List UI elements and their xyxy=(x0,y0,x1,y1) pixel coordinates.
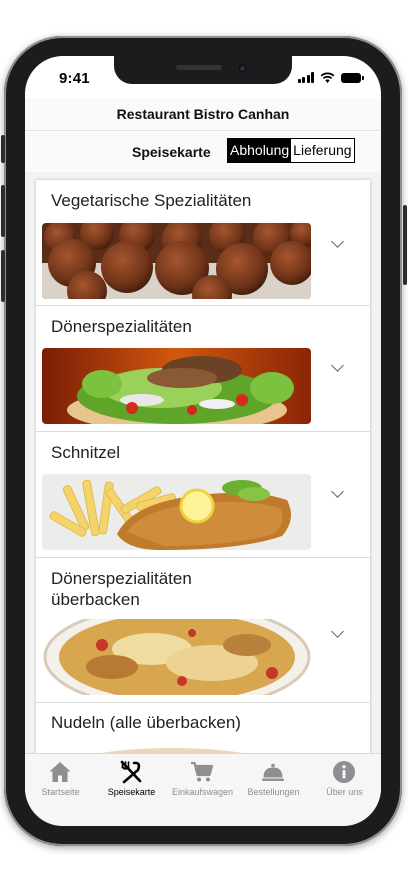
falafel-photo xyxy=(42,223,311,299)
category-title: Schnitzel xyxy=(51,443,120,462)
cart-icon xyxy=(191,761,214,782)
category-item-schnitzel[interactable]: Schnitzel xyxy=(36,431,370,558)
tab-ueber-uns[interactable]: Über uns xyxy=(309,754,380,826)
category-item-baked-doner[interactable]: Dönerspezialitäten überbacken xyxy=(36,557,370,703)
tab-label: Startseite xyxy=(41,787,80,797)
segment-abholung[interactable]: Abholung xyxy=(228,139,292,162)
utensils-icon xyxy=(120,760,142,784)
segment-lieferung[interactable]: Lieferung xyxy=(291,139,354,162)
category-title: Nudeln (alle überbacken) xyxy=(51,713,241,732)
category-title: Vegetarische Spezialitäten xyxy=(51,191,252,210)
front-camera xyxy=(238,64,247,73)
status-time: 9:41 xyxy=(59,70,90,87)
home-icon xyxy=(49,762,71,782)
tab-bestellungen[interactable]: Bestellungen xyxy=(238,754,309,826)
speaker-grille xyxy=(176,65,222,70)
tab-label: Speisekarte xyxy=(107,787,156,797)
tab-label: Bestellungen xyxy=(247,787,300,797)
pasta-photo xyxy=(42,746,311,753)
tab-label: Über uns xyxy=(326,787,363,797)
side-button-mute xyxy=(1,135,5,163)
wifi-icon xyxy=(320,72,335,83)
side-button-power xyxy=(403,205,407,285)
chevron-down-icon xyxy=(331,625,344,638)
chevron-down-icon xyxy=(331,485,344,498)
chevron-down-icon xyxy=(331,235,344,248)
page-title: Restaurant Bistro Canhan xyxy=(25,98,381,131)
category-title: Dönerspezialitäten xyxy=(51,317,192,336)
cloche-icon xyxy=(262,763,284,781)
tab-label: Einkaufswagen xyxy=(171,787,234,797)
menu-category-list[interactable]: Vegetarische Spezialitäten Dönerspeziali… xyxy=(25,172,381,753)
tab-speisekarte[interactable]: Speisekarte xyxy=(96,754,167,826)
schnitzel-photo xyxy=(42,474,311,550)
tab-bar: Startseite Speisekarte Einkaufswagen Bes… xyxy=(25,753,381,826)
tab-einkaufswagen[interactable]: Einkaufswagen xyxy=(167,754,238,826)
chevron-down-icon xyxy=(331,359,344,372)
category-title: Dönerspezialitäten überbacken xyxy=(51,569,192,609)
baked-doner-photo xyxy=(42,619,311,695)
cellular-signal-icon xyxy=(297,72,314,83)
category-item-pasta[interactable]: Nudeln (alle überbacken) xyxy=(36,702,370,753)
doner-photo xyxy=(42,348,311,424)
category-item-doner[interactable]: Dönerspezialitäten xyxy=(36,305,370,432)
side-button-volume-down xyxy=(1,250,5,302)
category-card: Vegetarische Spezialitäten Dönerspeziali… xyxy=(36,180,370,753)
info-icon xyxy=(333,761,355,783)
status-icons xyxy=(297,72,364,83)
side-button-volume-up xyxy=(1,185,5,237)
menu-label: Speisekarte xyxy=(132,144,211,160)
battery-icon xyxy=(341,72,364,83)
order-type-segmented-control: Abholung Lieferung xyxy=(227,138,355,163)
tab-startseite[interactable]: Startseite xyxy=(25,754,96,826)
phone-screen: 9:41 Restaurant Bistro Canhan Speisekart… xyxy=(25,56,381,826)
subheader-bar: Speisekarte Abholung Lieferung xyxy=(25,132,381,172)
category-item-vegetarian[interactable]: Vegetarische Spezialitäten xyxy=(36,180,370,306)
notch xyxy=(114,56,292,84)
